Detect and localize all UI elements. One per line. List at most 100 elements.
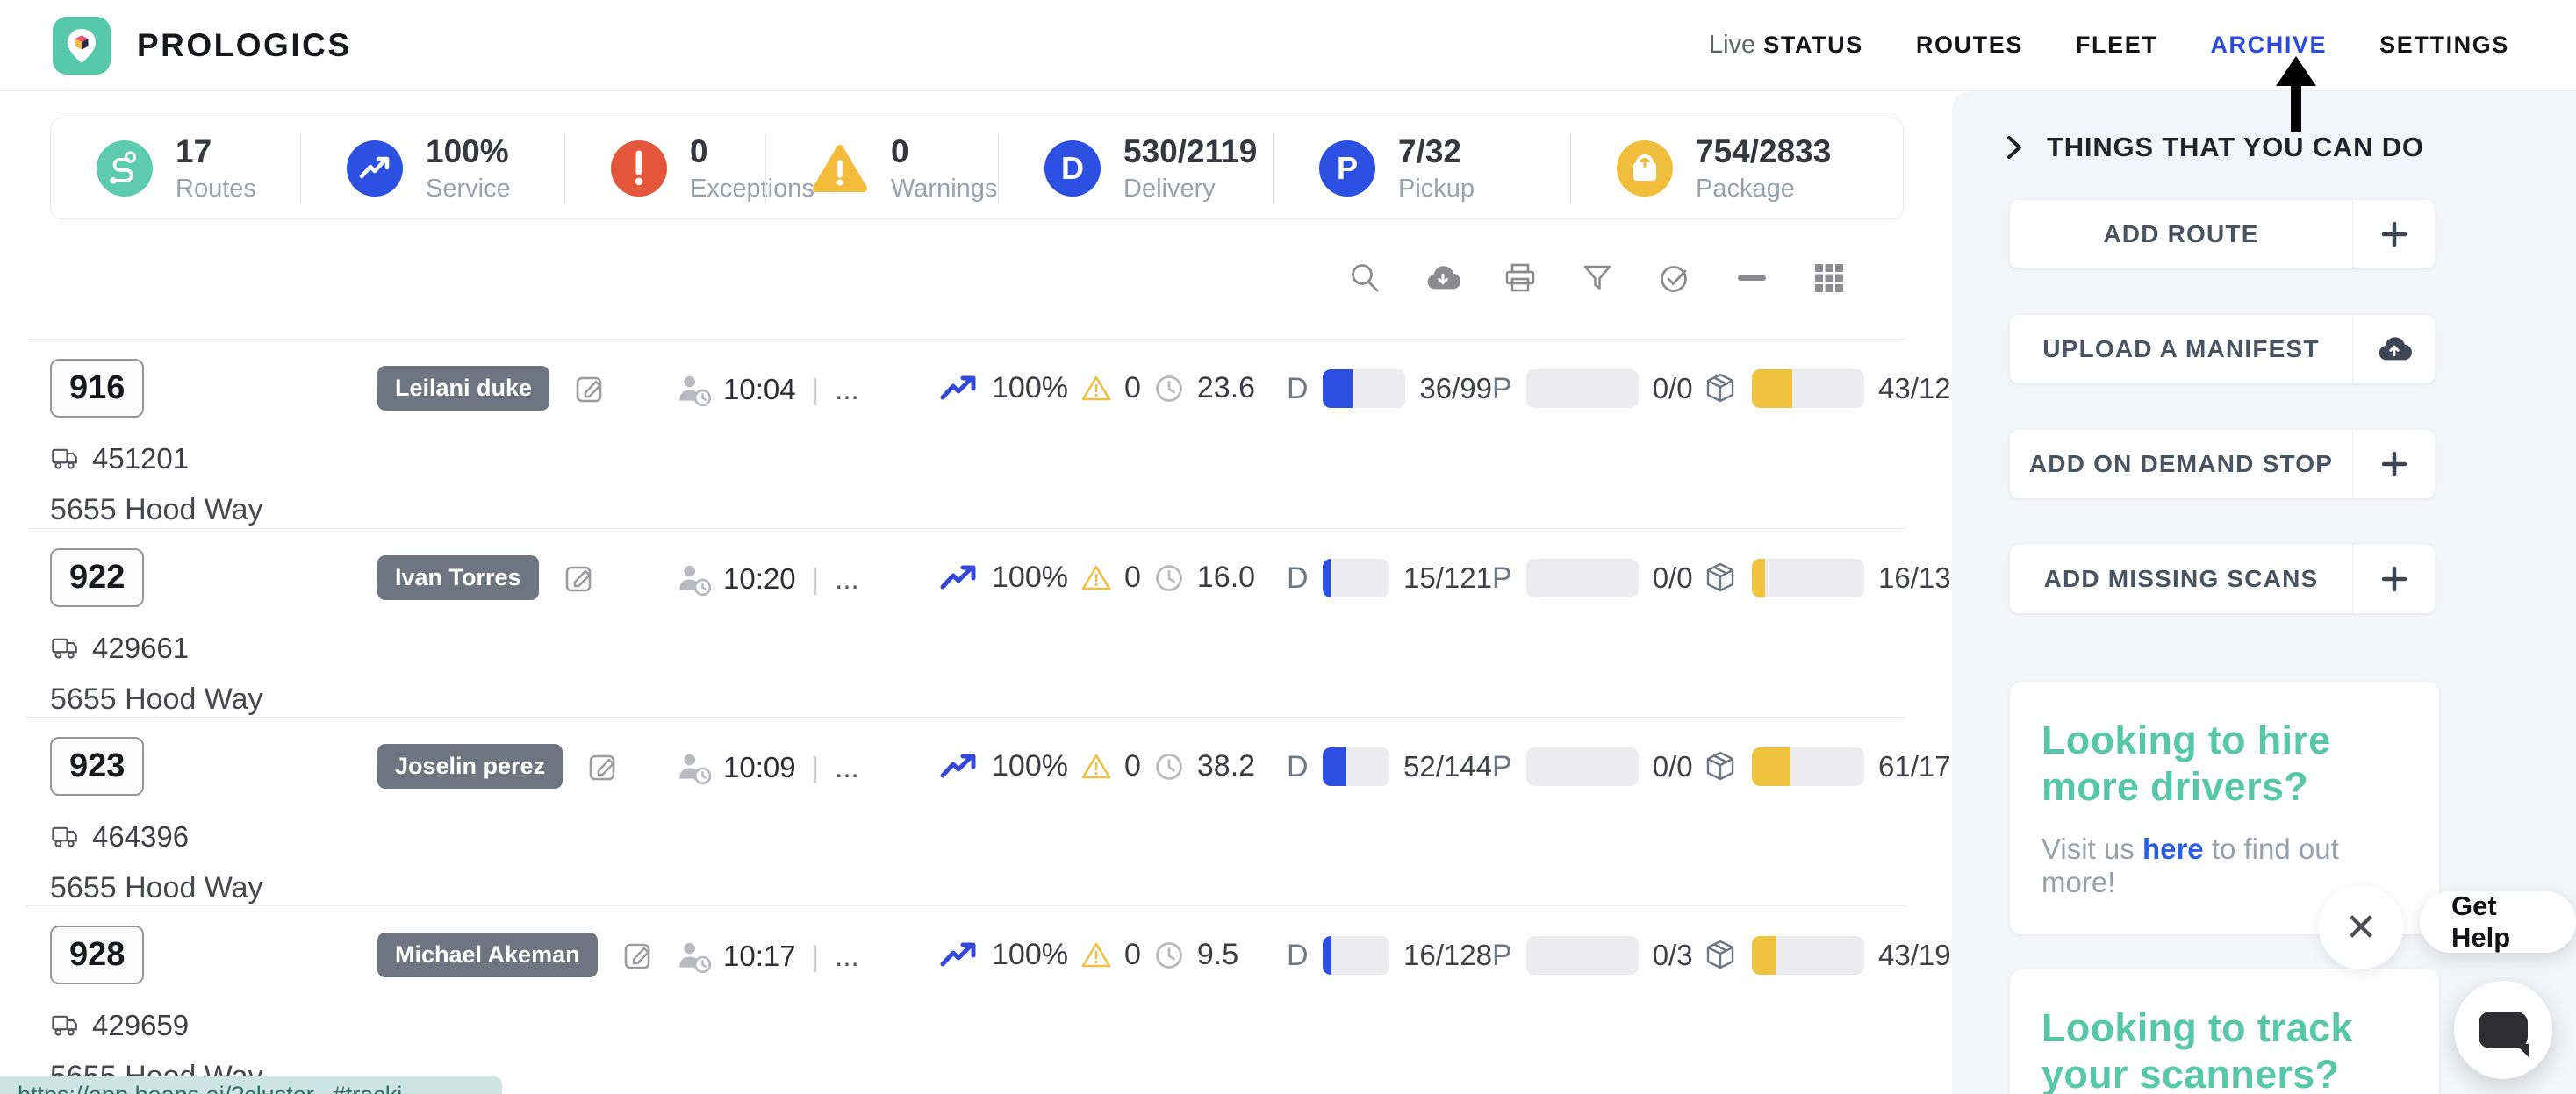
pickup-letter: P (1492, 561, 1512, 596)
package-icon (1703, 938, 1738, 973)
delivery-progress-bar (1323, 369, 1406, 408)
main-content: 17Routes 100%Service (0, 91, 1952, 1094)
chat-bubble-icon (2479, 1012, 2528, 1048)
sidebar-header[interactable]: THINGS THAT YOU CAN DO (2003, 132, 2576, 163)
route-address: 5655 Hood Way (50, 683, 377, 717)
pickup-progress-bar (1526, 559, 1639, 597)
stat-warnings: 0Warnings (766, 118, 998, 218)
driver-time-icon (676, 749, 713, 786)
delivery-progress-bar (1323, 747, 1390, 786)
delivery-progress-bar (1323, 936, 1390, 975)
service-pct: 100% (992, 749, 1068, 783)
warning-triangle-icon (1080, 374, 1112, 403)
warning-count: 0 (1124, 749, 1141, 783)
grid-icon[interactable] (1811, 260, 1848, 297)
chat-launcher-button[interactable] (2454, 981, 2552, 1079)
warning-count: 0 (1124, 561, 1141, 595)
driver-time-icon (676, 371, 713, 408)
table-toolbar (50, 239, 1904, 318)
driver-badge: Leilani duke (377, 366, 549, 411)
add-on-demand-stop-button[interactable]: ADD ON DEMAND STOP (2010, 430, 2435, 498)
package-icon (1617, 140, 1673, 197)
route-id[interactable]: 922 (50, 548, 144, 607)
nav-archive[interactable]: ARCHIVE (2210, 32, 2327, 59)
time-truncated: ... (835, 940, 859, 973)
route-id[interactable]: 916 (50, 359, 144, 418)
delivery-letter: D (1287, 372, 1309, 406)
cloud-upload-icon (2352, 315, 2435, 383)
upload-manifest-button[interactable]: UPLOAD A MANIFEST (2010, 315, 2435, 383)
check-circle-icon[interactable] (1656, 260, 1693, 297)
warning-count: 0 (1124, 938, 1141, 972)
edit-icon[interactable] (621, 938, 656, 973)
here-link[interactable]: here (2142, 833, 2204, 865)
service-pct: 100% (992, 561, 1068, 595)
route-id[interactable]: 928 (50, 926, 144, 984)
pickup-count: 0/0 (1653, 561, 1693, 595)
clock-icon (1153, 751, 1185, 783)
start-time: 10:09 (723, 751, 796, 784)
service-pct: 100% (992, 938, 1068, 972)
start-time: 10:04 (723, 373, 796, 406)
package-icon (1703, 561, 1738, 596)
nav-settings[interactable]: SETTINGS (2379, 32, 2509, 59)
duration-hours: 38.2 (1197, 749, 1255, 783)
trend-up-icon (939, 375, 979, 403)
warning-triangle-icon (1080, 752, 1112, 781)
filter-icon[interactable] (1579, 260, 1616, 297)
route-address: 5655 Hood Way (50, 493, 377, 527)
archive-page: PROLOGICS Live STATUS ROUTES FLEET ARCHI… (0, 0, 2576, 1094)
table-row: 923 464396 5655 Hood Way Joselin perez (26, 717, 1905, 905)
truck-icon (50, 1011, 80, 1040)
letter-d-icon: D (1044, 140, 1101, 197)
nav-routes[interactable]: ROUTES (1916, 32, 2023, 59)
search-icon[interactable] (1347, 260, 1384, 297)
vehicle-id: 429659 (92, 1009, 189, 1042)
route-icon (97, 140, 153, 197)
pickup-count: 0/3 (1653, 939, 1693, 972)
edit-icon[interactable] (562, 561, 597, 596)
truck-icon (50, 444, 80, 474)
time-truncated: ... (835, 562, 859, 596)
pickup-count: 0/0 (1653, 372, 1693, 405)
pickup-progress-bar (1526, 936, 1639, 975)
driver-time-icon (676, 561, 713, 597)
table-row: 922 429661 5655 Hood Way Ivan Torres (26, 528, 1905, 717)
driver-badge: Joselin perez (377, 744, 563, 789)
stat-routes: 17Routes (51, 118, 300, 218)
pickup-letter: P (1492, 939, 1512, 973)
nav-live-status[interactable]: Live STATUS (1709, 31, 1863, 60)
warning-triangle-icon (1080, 940, 1112, 969)
warning-triangle-icon (812, 140, 868, 197)
main-nav: Live STATUS ROUTES FLEET ARCHIVE SETTING… (1709, 31, 2509, 60)
time-truncated: ... (835, 373, 859, 406)
duration-hours: 9.5 (1197, 938, 1238, 972)
pickup-letter: P (1492, 750, 1512, 784)
brand[interactable]: PROLOGICS (53, 17, 352, 75)
sidebar-actions: ADD ROUTE UPLOAD A MANIFEST ADD ON DEMAN… (2010, 200, 2435, 613)
cloud-download-icon[interactable] (1424, 260, 1461, 297)
link-preview-bar: https://app.beans.ai/?cluster...#tracki.… (0, 1076, 502, 1094)
delivery-letter: D (1287, 750, 1309, 784)
top-nav-bar: PROLOGICS Live STATUS ROUTES FLEET ARCHI… (0, 0, 2576, 91)
letter-p-icon: P (1319, 140, 1375, 197)
route-address: 5655 Hood Way (50, 871, 377, 905)
route-id[interactable]: 923 (50, 737, 144, 796)
add-missing-scans-button[interactable]: ADD MISSING SCANS (2010, 545, 2435, 613)
table-row: 928 429659 5655 Hood Way Michael Akeman (26, 905, 1905, 1094)
edit-icon[interactable] (572, 371, 607, 406)
routes-table: 916 451201 5655 Hood Way Leilani duke (26, 339, 1905, 1094)
plus-icon (2352, 430, 2435, 498)
print-icon[interactable] (1502, 260, 1539, 297)
get-help-button[interactable]: Get Help (2420, 891, 2576, 953)
vehicle-id: 429661 (92, 632, 189, 665)
add-route-button[interactable]: ADD ROUTE (2010, 200, 2435, 268)
service-pct: 100% (992, 371, 1068, 405)
clock-icon (1153, 940, 1185, 971)
minus-icon[interactable] (1733, 260, 1770, 297)
prologics-logo-icon (53, 17, 111, 75)
close-icon[interactable]: ✕ (2319, 885, 2403, 969)
stat-service: 100%Service (301, 118, 564, 218)
nav-fleet[interactable]: FLEET (2076, 32, 2158, 59)
edit-icon[interactable] (585, 749, 621, 784)
